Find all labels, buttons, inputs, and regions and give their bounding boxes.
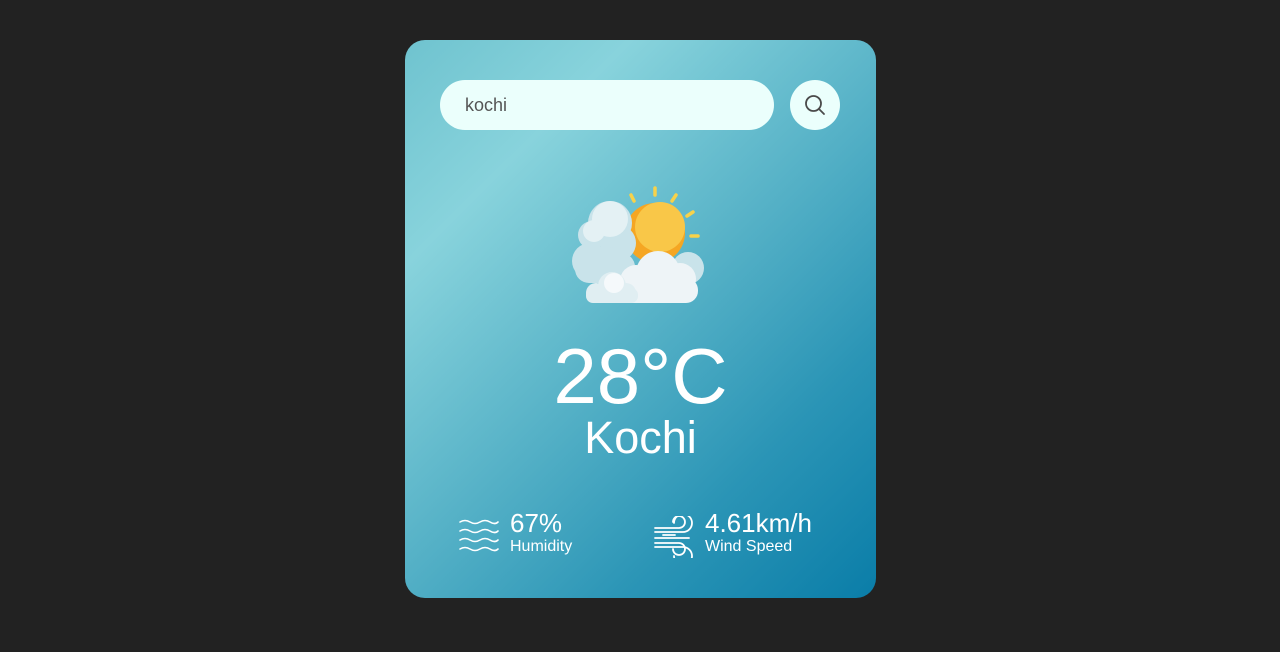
humidity-label: Humidity	[510, 538, 573, 555]
partly-cloudy-icon	[572, 186, 704, 303]
city-name: Kochi	[584, 412, 697, 463]
humidity-text: 67% Humidity	[510, 508, 572, 556]
wind-icon	[654, 516, 693, 558]
search-icon	[805, 95, 825, 115]
temperature: 28°C	[553, 332, 728, 420]
city-search-input[interactable]	[440, 80, 774, 130]
search-button[interactable]	[790, 80, 840, 130]
wind-value: 4.61km/h	[705, 508, 812, 538]
wind-text: 4.61km/h Wind Speed	[705, 508, 812, 556]
wind-label: Wind Speed	[705, 538, 793, 555]
weather-card: 28°C Kochi 67% Humidity	[405, 40, 876, 598]
wind-detail: 4.61km/h Wind Speed	[653, 508, 812, 558]
humidity-waves-icon	[459, 519, 499, 552]
humidity-value: 67%	[510, 508, 563, 538]
humidity-detail: 67% Humidity	[458, 508, 572, 558]
search-bar	[440, 80, 840, 130]
